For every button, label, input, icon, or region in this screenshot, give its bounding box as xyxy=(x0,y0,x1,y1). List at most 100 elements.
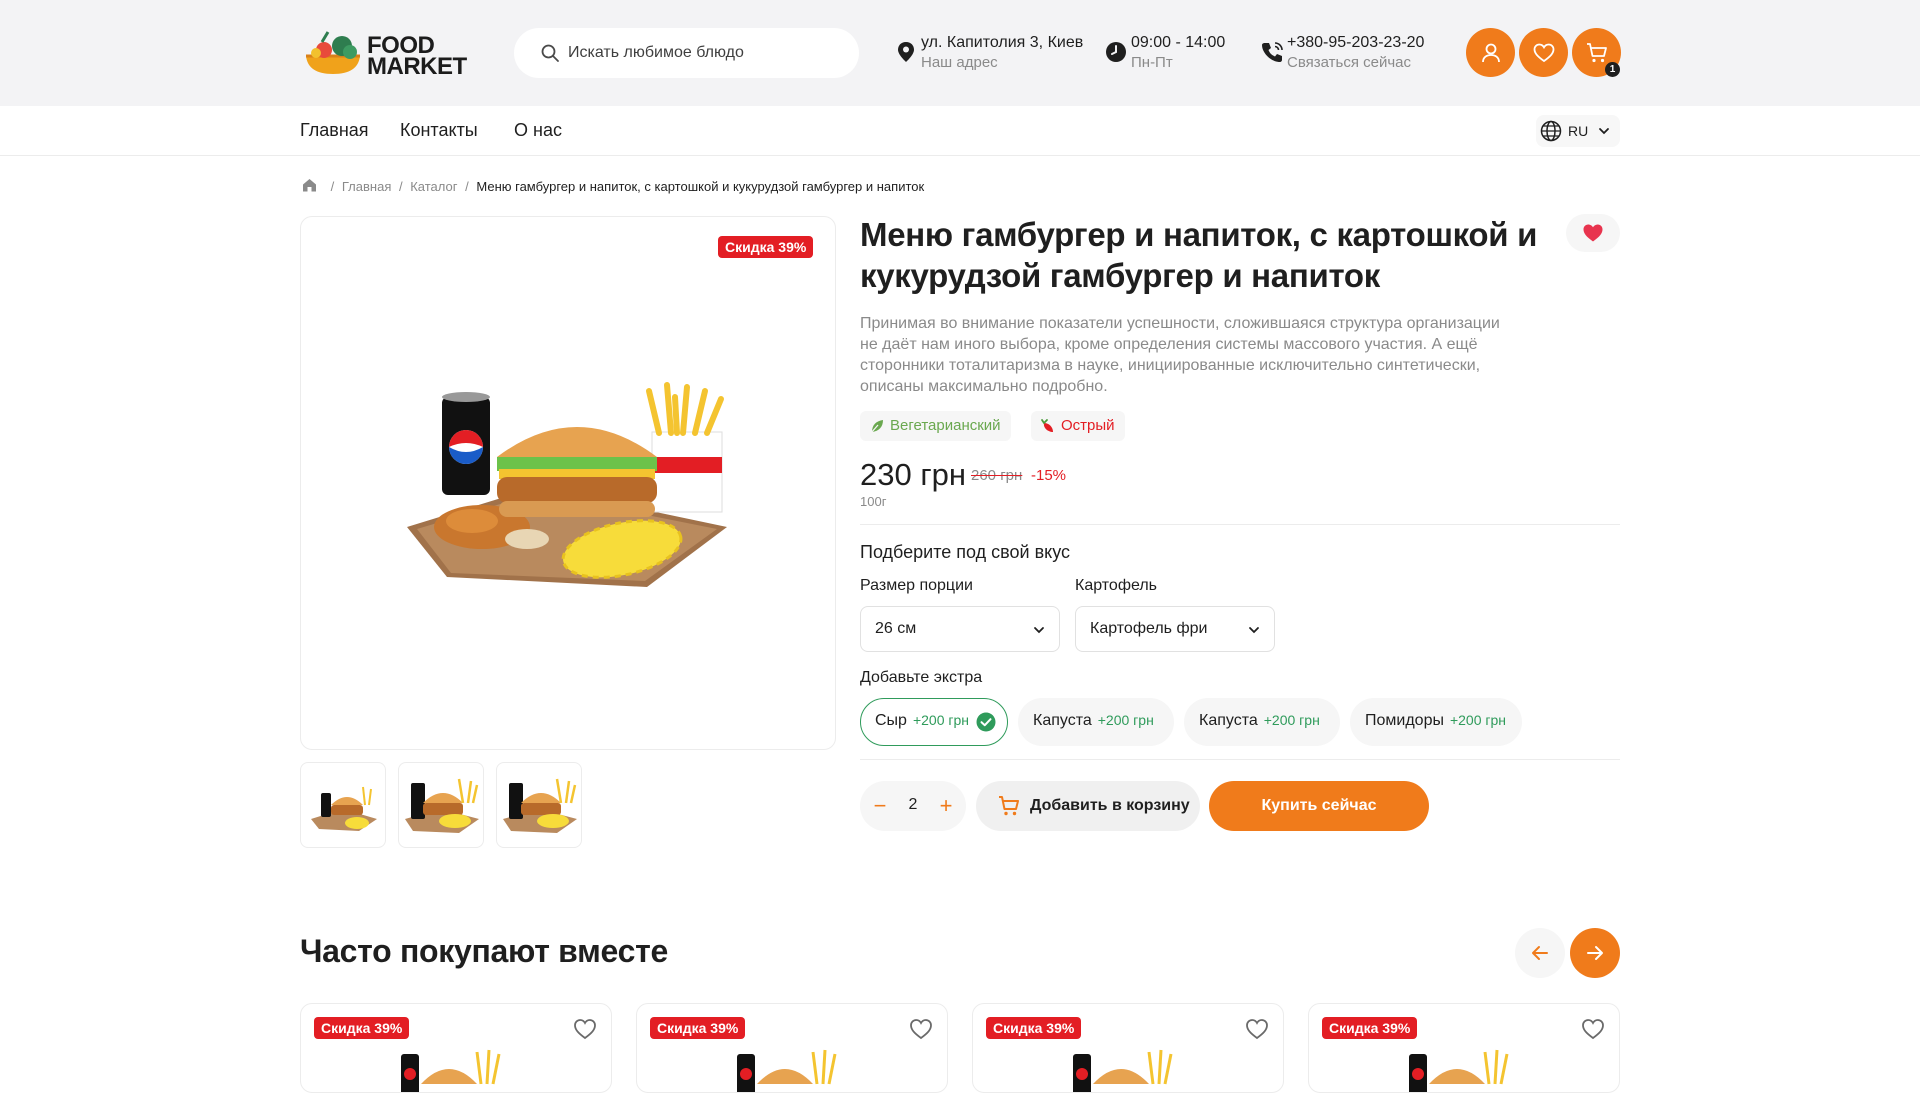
decrease-quantity-button[interactable]: − xyxy=(868,792,892,820)
nav-item-about[interactable]: О нас xyxy=(514,120,562,141)
product-image xyxy=(1073,1049,1173,1092)
breadcrumb-separator: / xyxy=(465,179,469,195)
portion-size-value: 26 см xyxy=(875,620,917,637)
address-value: ул. Капитолия 3, Киев xyxy=(921,34,1084,51)
product-thumbnail[interactable] xyxy=(300,762,386,848)
thumbnail-image xyxy=(503,778,577,833)
logo-icon xyxy=(306,31,360,74)
product-card[interactable]: Скидка 39% xyxy=(972,1003,1284,1093)
top-bar: FOOD MARKET ул. Капитолия 3, Киев Наш ад… xyxy=(0,0,1920,106)
clock-icon xyxy=(1106,42,1126,62)
tag-label: Острый xyxy=(1061,417,1115,434)
nav-item-contacts[interactable]: Контакты xyxy=(400,120,478,141)
extra-option-cabbage[interactable]: Капуста +200 грн xyxy=(1184,698,1340,746)
product-title: Меню гамбургер и напиток, с картошкой и … xyxy=(860,216,1538,294)
account-button[interactable] xyxy=(1466,28,1515,77)
add-to-favorites-button[interactable] xyxy=(1566,214,1620,252)
chevron-down-icon xyxy=(1034,627,1044,634)
cart-icon xyxy=(999,796,1019,816)
current-price: 230 грн xyxy=(860,457,967,492)
breadcrumb-home[interactable] xyxy=(302,178,323,195)
add-to-cart-button[interactable]: Добавить в корзину xyxy=(976,781,1200,831)
product-image xyxy=(737,1049,837,1092)
extra-price: +200 грн xyxy=(1449,712,1507,728)
globe-icon xyxy=(1540,120,1562,142)
add-to-cart-label: Добавить в корзину xyxy=(1030,797,1190,814)
heart-icon[interactable] xyxy=(909,1018,933,1040)
language-selector[interactable]: RU xyxy=(1536,115,1620,147)
extra-option-cheese[interactable]: Сыр +200 грн xyxy=(860,698,1008,746)
extra-option-cabbage[interactable]: Капуста +200 грн xyxy=(1018,698,1174,746)
breadcrumb-item-catalog[interactable]: Каталог xyxy=(410,179,457,194)
logo-line-2: MARKET xyxy=(367,53,467,80)
discount-badge: Скидка 39% xyxy=(986,1017,1082,1039)
extra-name: Помидоры xyxy=(1365,712,1444,729)
nav-item-home[interactable]: Главная xyxy=(300,120,369,141)
discount-badge: Скидка 39% xyxy=(314,1017,410,1039)
buy-now-button[interactable]: Купить сейчас xyxy=(1209,781,1429,831)
phone-caption: Связаться сейчас xyxy=(1287,54,1411,71)
phone-icon xyxy=(1262,42,1283,62)
carousel-next-button[interactable] xyxy=(1570,928,1620,978)
heart-icon[interactable] xyxy=(573,1018,597,1040)
product-weight: 100г xyxy=(860,494,887,509)
favorites-button[interactable] xyxy=(1519,28,1568,77)
hours-value: 09:00 - 14:00 xyxy=(1131,34,1226,51)
check-circle-icon xyxy=(976,712,996,732)
product-description: Принимая во внимание показатели успешнос… xyxy=(860,315,1500,395)
product-main-image[interactable]: Скидка 39% xyxy=(300,216,836,750)
potato-label: Картофель xyxy=(1075,577,1158,594)
increase-quantity-button[interactable]: + xyxy=(934,792,958,820)
carousel-prev-button[interactable] xyxy=(1515,928,1565,978)
breadcrumb-separator: / xyxy=(330,179,335,195)
related-section-title: Часто покупают вместе xyxy=(300,933,668,969)
heart-icon[interactable] xyxy=(1245,1018,1269,1040)
quantity-value: 2 xyxy=(908,796,918,813)
product-card[interactable]: Скидка 39% xyxy=(636,1003,948,1093)
product-image xyxy=(401,1049,501,1092)
breadcrumb-current: Меню гамбургер и напиток, с картошкой и … xyxy=(476,179,925,195)
quantity-stepper: − 2 + xyxy=(860,781,966,831)
heart-filled-icon xyxy=(1583,224,1603,242)
product-card[interactable]: Скидка 39% xyxy=(300,1003,612,1093)
product-card[interactable]: Скидка 39% xyxy=(1308,1003,1620,1093)
product-thumbnail[interactable] xyxy=(398,762,484,848)
location-pin-icon xyxy=(898,42,914,62)
chevron-down-icon xyxy=(1249,627,1259,634)
thumbnail-image xyxy=(311,786,377,831)
customize-heading: Подберите под свой вкус xyxy=(860,542,1071,562)
search-bar[interactable] xyxy=(514,28,859,78)
logo[interactable]: FOOD MARKET xyxy=(302,30,472,80)
potato-select[interactable]: Картофель фри xyxy=(1075,606,1275,652)
extra-name: Капуста xyxy=(1033,712,1092,729)
tag-vegetarian: Вегетарианский xyxy=(860,411,1011,441)
heart-icon[interactable] xyxy=(1581,1018,1605,1040)
divider xyxy=(860,759,1620,760)
home-icon xyxy=(303,179,316,192)
tag-label: Вегетарианский xyxy=(890,417,1001,434)
tag-spicy: Острый xyxy=(1031,411,1125,441)
leaf-icon xyxy=(870,420,883,434)
search-input[interactable] xyxy=(568,40,838,66)
chevron-down-icon xyxy=(1599,128,1609,135)
discount-badge: Скидка 39% xyxy=(1322,1017,1418,1039)
product-thumbnail[interactable] xyxy=(496,762,582,848)
product-image xyxy=(1409,1049,1509,1092)
extras-label: Добавьте экстра xyxy=(860,669,983,686)
discount-badge: Скидка 39% xyxy=(650,1017,746,1039)
logo-text: FOOD MARKET xyxy=(367,34,467,80)
arrow-left-icon xyxy=(1532,946,1548,960)
potato-value: Картофель фри xyxy=(1090,620,1208,637)
extra-name: Сыр xyxy=(875,712,907,729)
extra-option-tomatoes[interactable]: Помидоры +200 грн xyxy=(1350,698,1522,746)
breadcrumb-item-main[interactable]: Главная xyxy=(342,179,391,194)
phone-value[interactable]: +380-95-203-23-20 xyxy=(1287,34,1424,52)
user-icon xyxy=(1481,43,1500,62)
discount-badge: Скидка 39% xyxy=(718,236,814,258)
discount-percent: -15% xyxy=(1031,467,1067,484)
cart-button[interactable]: 1 xyxy=(1572,28,1621,77)
portion-size-select[interactable]: 26 см xyxy=(860,606,1060,652)
extra-price: +200 грн xyxy=(1097,712,1154,728)
thumbnail-image xyxy=(405,778,479,833)
old-price: 260 грн xyxy=(971,467,1023,484)
